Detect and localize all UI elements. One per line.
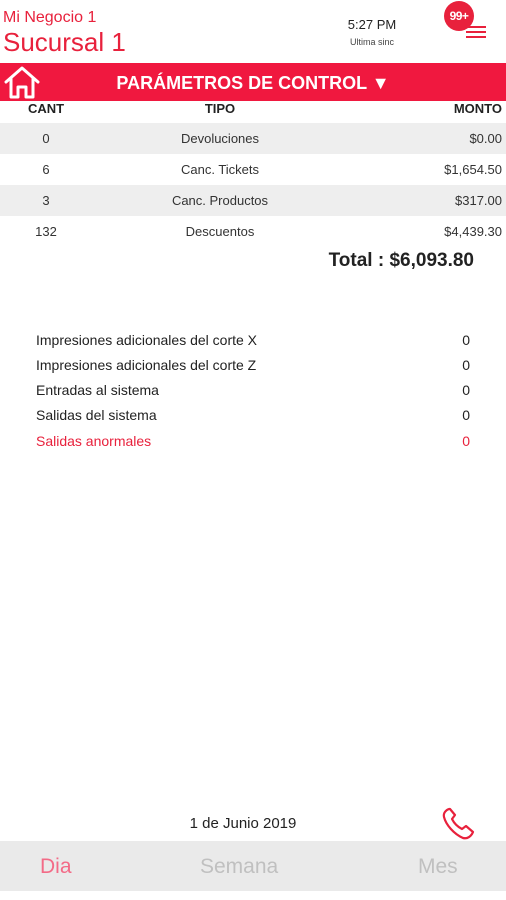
row-type: Canc. Tickets bbox=[180, 162, 260, 177]
phone-icon[interactable] bbox=[440, 806, 478, 842]
row-type: Canc. Productos bbox=[171, 193, 269, 208]
period-tab-bar: Dia Semana Mes bbox=[0, 841, 506, 891]
home-icon[interactable] bbox=[2, 64, 42, 100]
stat-value: 0 bbox=[462, 357, 470, 373]
stat-row: Impresiones adicionales del corte X 0 bbox=[36, 332, 476, 352]
row-qty: 0 bbox=[42, 131, 50, 146]
header-qty: CANT bbox=[27, 101, 65, 116]
row-qty: 132 bbox=[35, 224, 57, 239]
stat-value: 0 bbox=[462, 382, 470, 398]
row-qty: 3 bbox=[42, 193, 50, 208]
stat-label: Impresiones adicionales del corte X bbox=[36, 332, 258, 348]
stat-row: Entradas al sistema 0 bbox=[36, 382, 476, 402]
table-row: 0 Devoluciones $0.00 bbox=[0, 123, 506, 154]
header-amount: MONTO bbox=[453, 101, 502, 116]
stat-value: 0 bbox=[462, 332, 470, 348]
table-row: 6 Canc. Tickets $1,654.50 bbox=[0, 154, 506, 185]
row-amount: $1,654.50 bbox=[444, 162, 502, 177]
report-date[interactable]: 1 de Junio 2019 bbox=[0, 815, 486, 832]
row-type: Descuentos bbox=[185, 224, 255, 239]
sync-time: 5:27 PM bbox=[347, 17, 397, 32]
header-type: TIPO bbox=[204, 101, 236, 116]
control-parameters-bar: PARÁMETROS DE CONTROL ▼ bbox=[0, 63, 506, 101]
stat-value: 0 bbox=[462, 433, 470, 449]
branch-name[interactable]: Sucursal 1 bbox=[3, 27, 126, 58]
tab-month[interactable]: Mes bbox=[418, 841, 458, 891]
row-amount: $4,439.30 bbox=[444, 224, 502, 239]
stat-label: Entradas al sistema bbox=[36, 382, 159, 398]
stat-row: Impresiones adicionales del corte Z 0 bbox=[36, 357, 476, 377]
row-amount: $317.00 bbox=[455, 193, 502, 208]
row-qty: 6 bbox=[42, 162, 50, 177]
table-row: 132 Descuentos $4,439.30 bbox=[0, 216, 506, 247]
stat-label: Impresiones adicionales del corte Z bbox=[36, 357, 257, 373]
sync-label: Ultima sinc bbox=[349, 37, 394, 47]
stat-label: Salidas del sistema bbox=[36, 407, 157, 423]
table-header: CANT TIPO MONTO bbox=[0, 101, 506, 123]
stat-label: Salidas anormales bbox=[36, 433, 152, 449]
app-header: Mi Negocio 1 Sucursal 1 5:27 PM Ultima s… bbox=[0, 0, 506, 62]
notification-badge[interactable]: 99+ bbox=[444, 1, 474, 31]
tab-day[interactable]: Dia bbox=[40, 841, 72, 891]
control-parameters-dropdown[interactable]: PARÁMETROS DE CONTROL ▼ bbox=[0, 63, 506, 101]
total-amount: Total : $6,093.80 bbox=[328, 250, 474, 271]
row-type: Devoluciones bbox=[180, 131, 260, 146]
table-row: 3 Canc. Productos $317.00 bbox=[0, 185, 506, 216]
stat-value: 0 bbox=[462, 407, 470, 423]
stat-row: Salidas del sistema 0 bbox=[36, 407, 476, 427]
row-amount: $0.00 bbox=[469, 131, 502, 146]
tab-week[interactable]: Semana bbox=[200, 841, 278, 891]
business-name[interactable]: Mi Negocio 1 bbox=[3, 9, 96, 27]
stat-row-abnormal: Salidas anormales 0 bbox=[36, 433, 476, 453]
